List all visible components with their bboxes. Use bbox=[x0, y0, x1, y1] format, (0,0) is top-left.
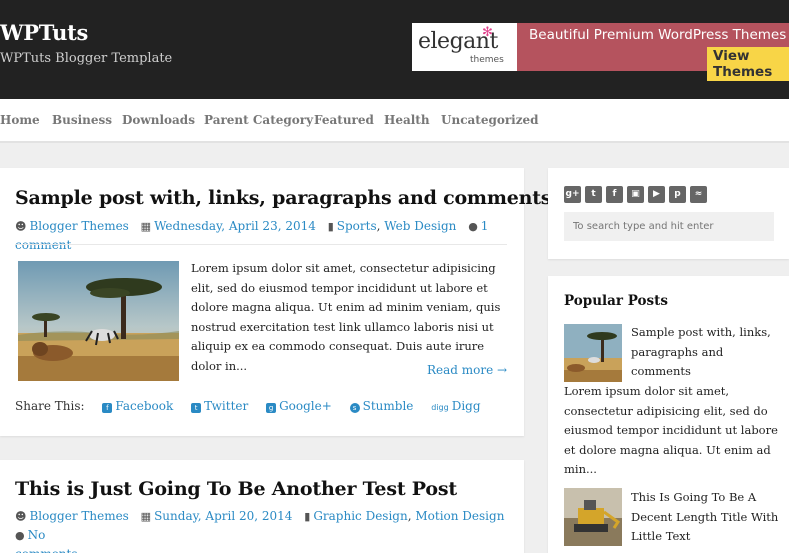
share-label: Share This: bbox=[15, 399, 85, 413]
folder-icon: ▮ bbox=[304, 510, 311, 523]
social-search-widget: g+ t f ▣ ▶ p ≈ bbox=[548, 168, 789, 259]
post-date[interactable]: Wednesday, April 23, 2014 bbox=[154, 219, 316, 233]
popular-post-thumbnail[interactable] bbox=[564, 324, 622, 382]
comments-icon: ● bbox=[468, 220, 478, 233]
digg-icon: digg bbox=[431, 403, 449, 412]
popular-post-title[interactable]: This Is Going To Be A Decent Length Titl… bbox=[631, 488, 781, 547]
post-meta: ☻ Blogger Themes ▦ Wednesday, April 23, 20… bbox=[15, 219, 489, 252]
share-google-plus[interactable]: g Google+ bbox=[266, 399, 332, 413]
twitter-icon[interactable]: t bbox=[585, 186, 602, 203]
popular-posts-widget: Popular Posts Sample post with, links, p… bbox=[548, 276, 789, 553]
post-author[interactable]: Blogger Themes bbox=[29, 219, 128, 233]
post-card: This is Just Going To Be Another Test Po… bbox=[0, 460, 524, 553]
read-more-link[interactable]: Read more → bbox=[427, 363, 507, 377]
popular-post-title[interactable]: Sample post with, links, paragraphs and … bbox=[631, 323, 781, 382]
post-category[interactable]: Web Design bbox=[384, 219, 456, 233]
share-twitter-label: Twitter bbox=[204, 399, 249, 413]
calendar-icon: ▦ bbox=[140, 220, 152, 233]
divider bbox=[15, 244, 507, 245]
post-title[interactable]: This is Just Going To Be Another Test Po… bbox=[15, 478, 457, 500]
post-category[interactable]: Graphic Design bbox=[313, 509, 407, 523]
post-author[interactable]: Blogger Themes bbox=[29, 509, 128, 523]
share-twitter[interactable]: t Twitter bbox=[191, 399, 248, 413]
google-plus-icon: g bbox=[266, 403, 277, 413]
post-excerpt: Lorem ipsum dolor sit amet, consectetur … bbox=[191, 261, 501, 373]
banner-panel: Beautiful Premium WordPress Themes View … bbox=[517, 23, 789, 81]
comments-icon: ● bbox=[15, 529, 25, 542]
share-stumble[interactable]: s Stumble bbox=[349, 399, 414, 413]
elegant-themes-banner[interactable]: elegant ✻ themes Beautiful Premium WordP… bbox=[412, 23, 789, 81]
construction-image bbox=[564, 488, 622, 546]
twitter-icon: t bbox=[191, 403, 202, 413]
post-category[interactable]: Motion Design bbox=[415, 509, 504, 523]
post-title[interactable]: Sample post with, links, paragraphs and … bbox=[15, 187, 552, 209]
nav-item-uncategorized[interactable]: Uncategorized bbox=[441, 113, 539, 127]
savanna-image bbox=[18, 261, 179, 381]
main-nav: Home Business Downloads Parent Category … bbox=[0, 99, 789, 143]
popular-post-thumbnail[interactable] bbox=[564, 488, 622, 546]
nav-item-featured[interactable]: Featured bbox=[314, 113, 374, 127]
instagram-icon[interactable]: ▣ bbox=[627, 186, 644, 203]
post-comments-link[interactable]: comments bbox=[15, 547, 78, 553]
post-comments-link[interactable]: No bbox=[28, 528, 46, 542]
elegant-themes-logo: elegant ✻ themes bbox=[412, 23, 517, 71]
share-digg[interactable]: digg Digg bbox=[431, 399, 480, 413]
banner-headline: Beautiful Premium WordPress Themes bbox=[529, 27, 787, 43]
user-icon: ☻ bbox=[15, 220, 27, 233]
savanna-image bbox=[564, 324, 622, 382]
calendar-icon: ▦ bbox=[140, 510, 152, 523]
user-icon: ☻ bbox=[15, 510, 27, 523]
youtube-icon[interactable]: ▶ bbox=[648, 186, 665, 203]
social-icons: g+ t f ▣ ▶ p ≈ bbox=[564, 186, 707, 203]
post-category[interactable]: Sports bbox=[337, 219, 377, 233]
share-stumble-label: Stumble bbox=[362, 399, 414, 413]
nav-item-home[interactable]: Home bbox=[0, 113, 40, 127]
google-plus-icon[interactable]: g+ bbox=[564, 186, 581, 203]
share-digg-label: Digg bbox=[451, 399, 481, 413]
view-themes-button[interactable]: View Themes bbox=[707, 47, 789, 81]
nav-item-downloads[interactable]: Downloads bbox=[122, 113, 195, 127]
logo-sub: themes bbox=[470, 55, 504, 65]
post-date[interactable]: Sunday, April 20, 2014 bbox=[154, 509, 292, 523]
nav-item-business[interactable]: Business bbox=[52, 113, 112, 127]
pinterest-icon[interactable]: p bbox=[669, 186, 686, 203]
popular-post-excerpt: Lorem ipsum dolor sit amet, consectetur … bbox=[564, 384, 778, 476]
facebook-icon: f bbox=[102, 403, 113, 413]
folder-icon: ▮ bbox=[327, 220, 334, 233]
share-bar: Share This: f Facebook t Twitter g Google+ … bbox=[15, 399, 481, 413]
facebook-icon[interactable]: f bbox=[606, 186, 623, 203]
site-description: WPTuts Blogger Template bbox=[0, 51, 173, 66]
nav-item-health[interactable]: Health bbox=[384, 113, 430, 127]
popular-posts-title: Popular Posts bbox=[564, 293, 668, 309]
rss-icon[interactable]: ≈ bbox=[690, 186, 707, 203]
post-thumbnail[interactable] bbox=[18, 261, 179, 381]
post-meta: ☻ Blogger Themes ▦ Sunday, April 20, 2014 … bbox=[15, 507, 515, 553]
site-title[interactable]: WPTuts bbox=[0, 20, 88, 45]
share-google-plus-label: Google+ bbox=[279, 399, 332, 413]
site-header: WPTuts WPTuts Blogger Template elegant ✻… bbox=[0, 0, 789, 99]
share-facebook[interactable]: f Facebook bbox=[102, 399, 173, 413]
search-input[interactable] bbox=[564, 212, 774, 241]
stumbleupon-icon: s bbox=[349, 403, 360, 413]
post-card: Sample post with, links, paragraphs and … bbox=[0, 168, 552, 436]
flower-icon: ✻ bbox=[482, 25, 493, 40]
share-facebook-label: Facebook bbox=[115, 399, 174, 413]
nav-item-parent-category[interactable]: Parent Category bbox=[204, 113, 313, 127]
